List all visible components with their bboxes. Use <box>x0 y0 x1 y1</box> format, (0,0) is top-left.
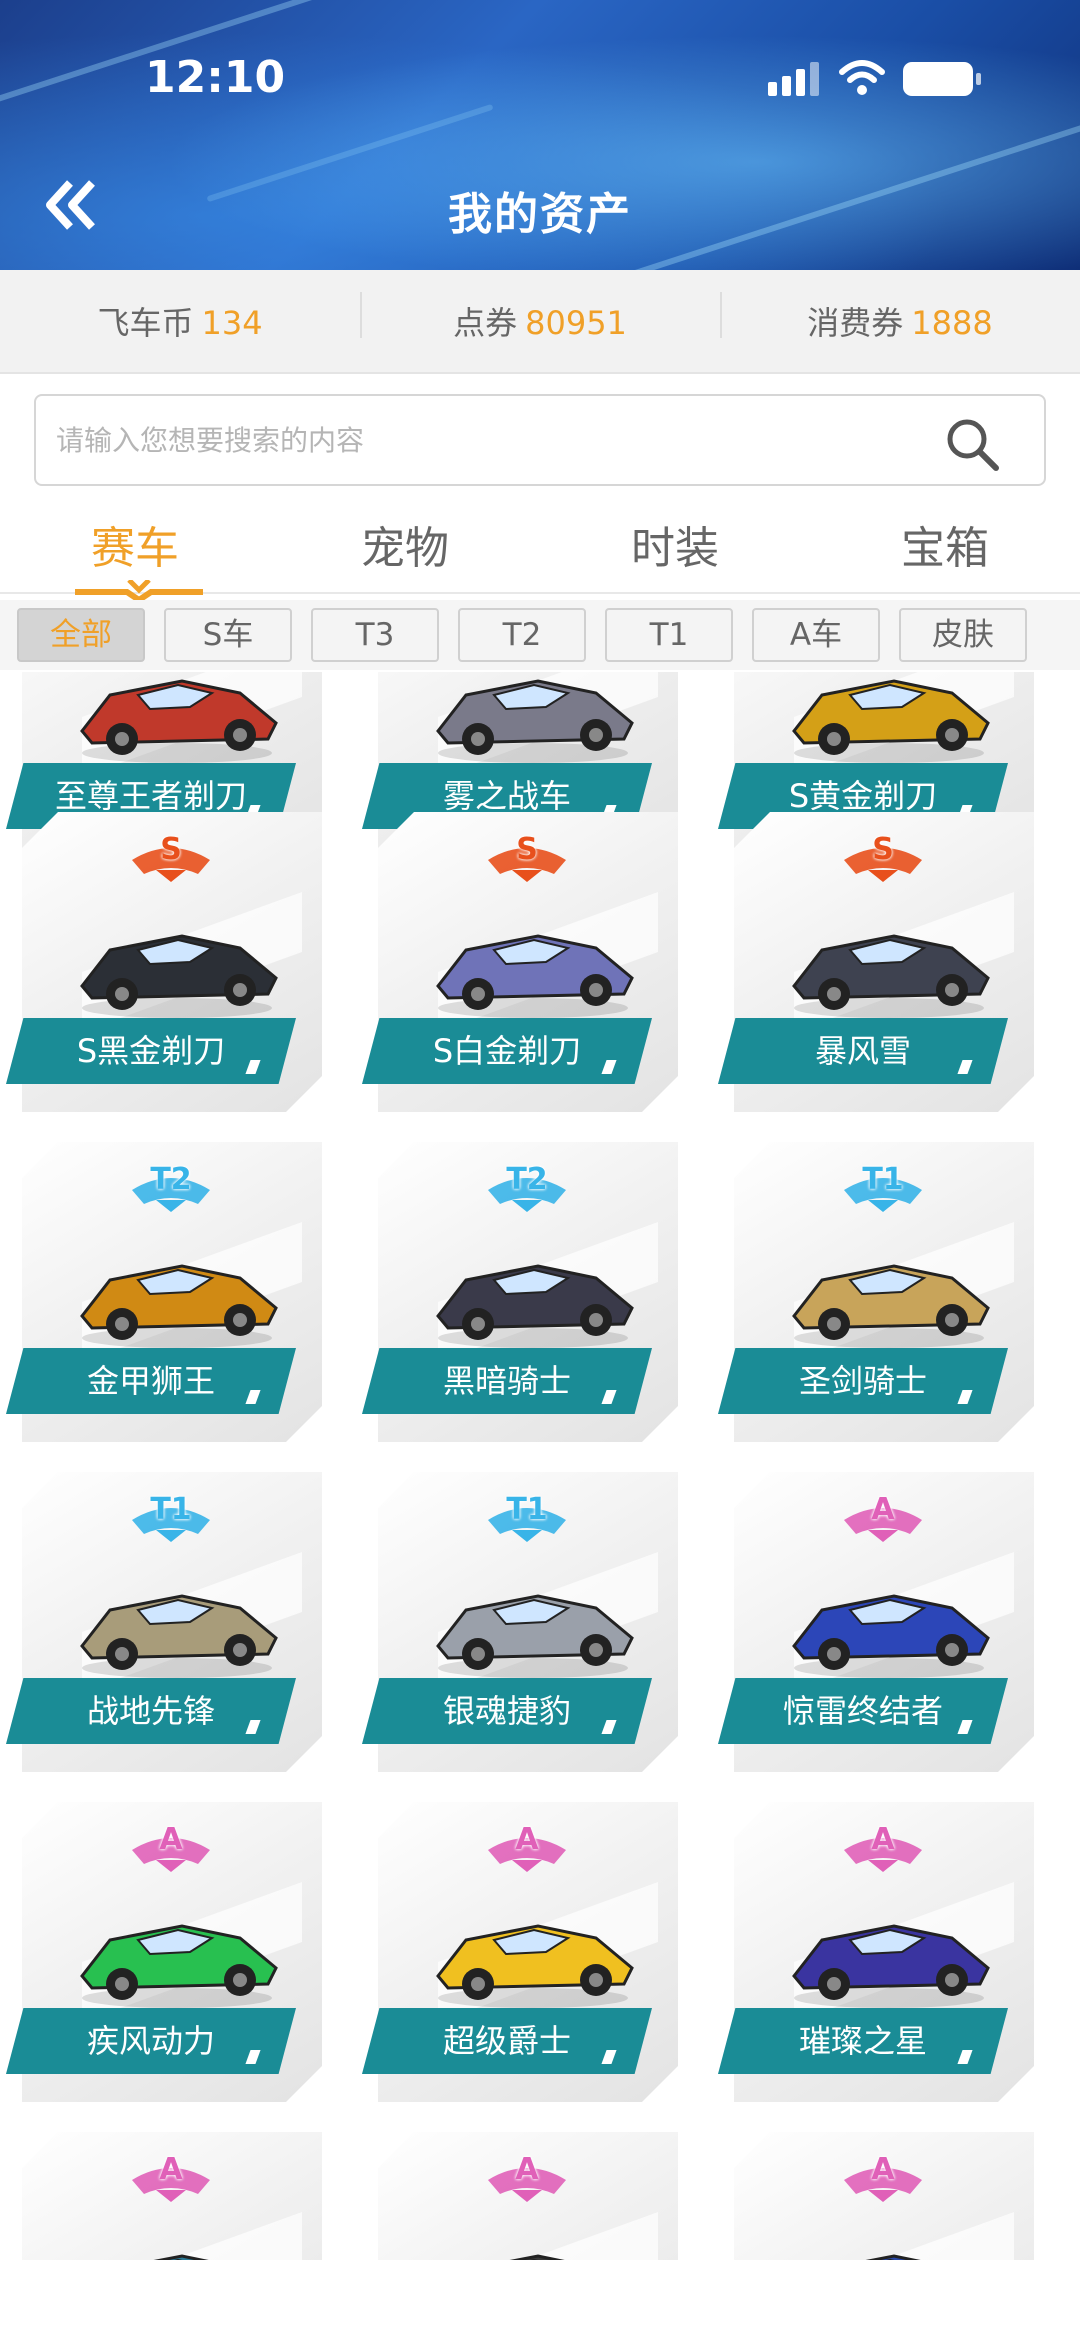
tier-badge-label: T2 <box>150 1162 192 1197</box>
tier-badge-icon: T1 <box>838 1156 928 1214</box>
car-card[interactable]: T1 银魂捷豹 <box>362 1472 682 1772</box>
tier-badge-icon: A <box>838 1816 928 1874</box>
tier-badge-label: A <box>871 2152 895 2187</box>
currency-coins: 飞车币 134 <box>0 298 360 344</box>
tier-badge-icon: A <box>126 2146 216 2204</box>
tab-outfits[interactable]: 时装 <box>540 498 810 592</box>
tier-badge-label: T2 <box>506 1162 548 1197</box>
tier-badge-label: A <box>515 1822 539 1857</box>
currency-bar: 飞车币 134 点券 80951 消费券 1888 <box>0 270 1080 374</box>
tier-badge-label: T1 <box>506 1492 548 1527</box>
car-image <box>436 1924 634 2008</box>
search-icon[interactable] <box>944 416 1000 472</box>
car-card[interactable]: A 惊雷终结者 <box>718 1472 1038 1772</box>
tier-badge-icon: S <box>838 826 928 884</box>
car-image <box>509 2254 565 2260</box>
active-tab-indicator <box>75 580 203 600</box>
search-input[interactable] <box>56 396 936 484</box>
filter-skin[interactable]: 皮肤 <box>899 608 1027 662</box>
tier-badge-icon: A <box>482 2146 572 2204</box>
tier-badge-label: A <box>515 2152 539 2187</box>
tier-badge-icon: T1 <box>126 1486 216 1544</box>
status-time: 12:10 <box>145 52 286 103</box>
filter-t3[interactable]: T3 <box>311 608 439 662</box>
car-image <box>80 1924 278 2008</box>
car-image <box>80 934 278 1018</box>
car-image <box>792 679 990 763</box>
car-image <box>792 1594 990 1678</box>
signal-icon <box>768 62 820 96</box>
currency-points: 点券 80951 <box>360 292 720 344</box>
car-image <box>792 934 990 1018</box>
car-grid: S至尊王者剃刀S雾之战车SS黄金剃刀SS黑金剃刀SS白金剃刀S暴风雪T2金甲狮王… <box>0 672 1080 2260</box>
filter-all[interactable]: 全部 <box>17 608 145 662</box>
tier-badge-icon: A <box>126 1816 216 1874</box>
car-card[interactable]: A <box>718 2132 1038 2260</box>
tier-badge-icon: T1 <box>482 1486 572 1544</box>
tier-badge-icon: S <box>126 826 216 884</box>
currency-value: 1888 <box>911 304 993 342</box>
tab-pets[interactable]: 宠物 <box>270 498 540 592</box>
car-card[interactable]: S S白金剃刀 <box>362 812 682 1112</box>
tier-badge-label: S <box>160 832 182 867</box>
page-title: 我的资产 <box>448 189 632 240</box>
car-image <box>792 1264 990 1348</box>
filter-a-car[interactable]: A车 <box>752 608 880 662</box>
currency-value: 134 <box>201 304 263 342</box>
tier-badge-label: A <box>159 1822 183 1857</box>
car-card[interactable]: S S黑金剃刀 <box>6 812 326 1112</box>
tier-badge-label: S <box>516 832 538 867</box>
home-indicator-area <box>0 2260 1080 2347</box>
currency-label: 消费券 <box>807 304 904 342</box>
filter-t1[interactable]: T1 <box>605 608 733 662</box>
tier-badge-icon: A <box>838 1486 928 1544</box>
car-image <box>792 1924 990 2008</box>
tier-badge-icon: T2 <box>482 1156 572 1214</box>
car-card[interactable]: T1 战地先锋 <box>6 1472 326 1772</box>
status-bar: 12:10 <box>0 0 1080 150</box>
tier-badge-icon: A <box>838 2146 928 2204</box>
header: 12:10 我的资产 <box>0 0 1080 270</box>
tier-badge-label: T1 <box>862 1162 904 1197</box>
tier-badge-label: S <box>872 832 894 867</box>
wifi-icon <box>839 60 885 95</box>
tab-cars[interactable]: 赛车 <box>0 498 270 592</box>
battery-icon <box>903 62 981 96</box>
car-image <box>80 679 278 763</box>
currency-vouchers: 消费券 1888 <box>720 292 1080 344</box>
tab-chests[interactable]: 宝箱 <box>810 498 1080 592</box>
car-image <box>865 2254 921 2260</box>
tier-badge-label: T1 <box>150 1492 192 1527</box>
filter-s-car[interactable]: S车 <box>164 608 292 662</box>
car-card[interactable]: T2 黑暗骑士 <box>362 1142 682 1442</box>
filter-t2[interactable]: T2 <box>458 608 586 662</box>
car-image <box>436 679 634 763</box>
tier-badge-icon: S <box>482 826 572 884</box>
car-image <box>436 1594 634 1678</box>
car-card[interactable]: A 疾风动力 <box>6 1802 326 2102</box>
car-card[interactable]: T1 圣剑骑士 <box>718 1142 1038 1442</box>
car-card[interactable]: A 超级爵士 <box>362 1802 682 2102</box>
car-card[interactable]: T2 金甲狮王 <box>6 1142 326 1442</box>
car-image <box>436 1264 634 1348</box>
car-card[interactable]: A <box>362 2132 682 2260</box>
car-card[interactable]: A <box>6 2132 326 2260</box>
tier-badge-label: A <box>871 1492 895 1527</box>
car-card[interactable]: A 璀璨之星 <box>718 1802 1038 2102</box>
car-image <box>153 2254 209 2260</box>
tier-badge-label: A <box>159 2152 183 2187</box>
currency-label: 点券 <box>453 304 518 342</box>
filter-bar: 全部 S车 T3 T2 T1 A车 皮肤 <box>0 600 1080 670</box>
car-image <box>80 1594 278 1678</box>
car-card[interactable]: S 暴风雪 <box>718 812 1038 1112</box>
tier-badge-label: A <box>871 1822 895 1857</box>
currency-value: 80951 <box>525 304 627 342</box>
search-box <box>34 394 1046 486</box>
tier-badge-icon: A <box>482 1816 572 1874</box>
car-image <box>80 1264 278 1348</box>
tier-badge-icon: T2 <box>126 1156 216 1214</box>
currency-label: 飞车币 <box>97 304 194 342</box>
car-image <box>436 934 634 1018</box>
